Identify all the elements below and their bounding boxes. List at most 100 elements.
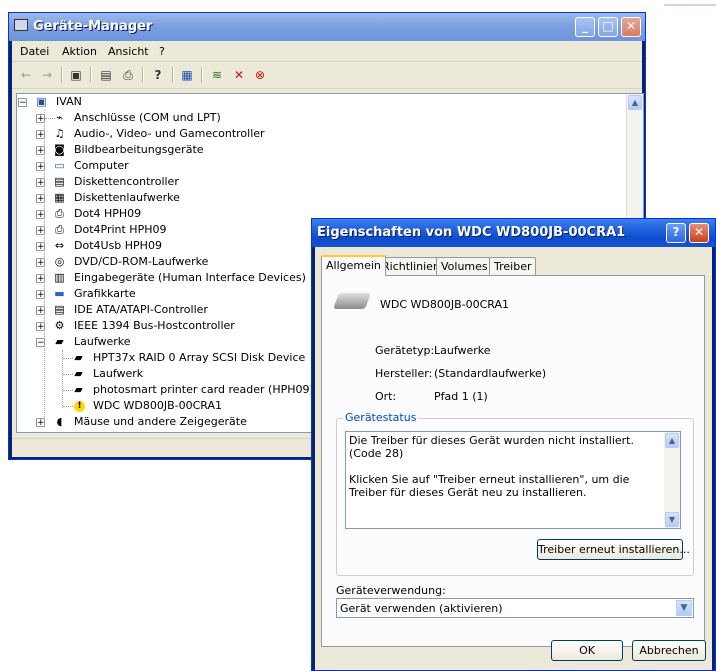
- expand-toggle[interactable]: +: [36, 290, 45, 300]
- window-title: Geräte-Manager: [33, 19, 153, 34]
- computer-icon: ▣: [36, 95, 47, 108]
- cd-drive-icon: ◎: [54, 255, 65, 268]
- back-arrow-icon[interactable]: ←: [18, 68, 34, 82]
- device-status-label: Gerätestatus: [343, 411, 419, 424]
- expand-toggle[interactable]: +: [36, 130, 45, 140]
- update-driver-icon[interactable]: ≋: [209, 68, 225, 82]
- manufacturer-label: Hersteller:: [375, 367, 433, 380]
- disk-drive-icon: ▰: [55, 335, 64, 348]
- show-hide-tree-icon[interactable]: ▣: [68, 68, 84, 82]
- reinstall-driver-button[interactable]: Treiber erneut installieren...: [537, 539, 690, 560]
- tab-richtlinien[interactable]: Richtlinien: [377, 257, 445, 275]
- properties-dialog: Eigenschaften von WDC WD800JB-00CRA1 ? ✕…: [311, 218, 716, 671]
- disable-device-icon[interactable]: ✕: [231, 68, 247, 82]
- device-status-text: Die Treiber für dieses Gerät wurden nich…: [349, 434, 634, 499]
- menu-aktion[interactable]: Aktion: [62, 45, 97, 58]
- device-usage-value: Gerät verwenden (aktivieren): [340, 602, 503, 615]
- monitor-icon: ▭: [54, 159, 65, 172]
- close-button[interactable]: ✕: [689, 223, 709, 243]
- device-name: WDC WD800JB-00CRA1: [380, 298, 510, 311]
- toolbar-separator: [142, 67, 144, 83]
- dialog-titlebar[interactable]: Eigenschaften von WDC WD800JB-00CRA1 ? ✕: [312, 219, 715, 247]
- usb-icon: ⇔: [54, 239, 65, 252]
- controller-icon: ▤: [54, 175, 65, 188]
- expand-toggle[interactable]: +: [36, 162, 45, 172]
- mouse-icon: ◖: [56, 415, 63, 428]
- cancel-button[interactable]: Abbrechen: [632, 640, 706, 661]
- controller-icon: ▤: [54, 303, 65, 316]
- keyboard-icon: ▥: [54, 271, 65, 284]
- location-value: Pfad 1 (1): [434, 390, 488, 403]
- minimize-button[interactable]: _: [575, 17, 595, 37]
- forward-arrow-icon[interactable]: →: [39, 68, 55, 82]
- device-status-group: Gerätestatus Die Treiber für dieses Gerä…: [336, 411, 694, 576]
- expand-toggle[interactable]: +: [36, 322, 45, 332]
- scroll-down-button[interactable]: ▼: [665, 512, 679, 527]
- computer-icon: [14, 19, 28, 31]
- uninstall-device-icon[interactable]: ⊗: [252, 68, 268, 82]
- tree-line: [63, 406, 73, 407]
- toolbar: ← → ▣ ▤ ⎙ ? ▦ ≋ ✕ ⊗: [12, 62, 642, 89]
- help-icon[interactable]: ?: [150, 68, 166, 82]
- collapse-toggle[interactable]: −: [18, 98, 27, 108]
- collapse-toggle[interactable]: −: [36, 338, 45, 348]
- display-adapter-icon: ▬: [54, 287, 65, 300]
- printer-icon: ⎙: [55, 207, 64, 220]
- scan-hardware-icon[interactable]: ▦: [179, 68, 195, 82]
- disk-drive-icon: ▰: [74, 383, 83, 396]
- expand-toggle[interactable]: +: [36, 226, 45, 236]
- device-status-textbox[interactable]: Die Treiber für dieses Gerät wurden nich…: [345, 431, 681, 529]
- menubar: Datei Aktion Ansicht ?: [12, 41, 642, 62]
- expand-toggle[interactable]: +: [36, 242, 45, 252]
- toolbar-separator: [61, 67, 63, 83]
- dialog-client: Allgemein Richtlinien Volumes Treiber WD…: [315, 247, 712, 670]
- tab-treiber[interactable]: Treiber: [489, 257, 537, 275]
- floppy-icon: ▦: [54, 191, 65, 204]
- toolbar-separator: [201, 67, 203, 83]
- expand-toggle[interactable]: +: [36, 274, 45, 284]
- warning-icon: !: [74, 401, 85, 412]
- location-label: Ort:: [375, 390, 397, 403]
- expand-toggle[interactable]: +: [36, 114, 45, 124]
- menu-datei[interactable]: Datei: [20, 45, 49, 58]
- ok-button[interactable]: OK: [551, 640, 623, 661]
- scroll-up-button[interactable]: ▲: [628, 95, 642, 110]
- toolbar-separator: [172, 67, 174, 83]
- disk-drive-icon: ▰: [74, 351, 83, 364]
- camera-icon: ◙: [54, 143, 65, 156]
- device-type-value: Laufwerke: [434, 344, 491, 357]
- background-window-edge: [664, 4, 716, 6]
- properties-icon[interactable]: ▤: [98, 68, 114, 82]
- tab-allgemein[interactable]: Allgemein: [321, 255, 386, 276]
- help-button[interactable]: ?: [666, 223, 686, 243]
- expand-toggle[interactable]: +: [36, 194, 45, 204]
- scroll-up-button[interactable]: ▲: [665, 433, 679, 448]
- maximize-button[interactable]: □: [598, 17, 618, 37]
- manufacturer-value: (Standardlaufwerke): [434, 367, 547, 380]
- expand-toggle[interactable]: +: [36, 258, 45, 268]
- status-scrollbar[interactable]: ▲ ▼: [664, 432, 680, 528]
- device-usage-select[interactable]: Gerät verwenden (aktivieren) ▼: [336, 598, 694, 618]
- chevron-down-icon[interactable]: ▼: [676, 600, 692, 616]
- expand-toggle[interactable]: +: [36, 306, 45, 316]
- firewire-icon: ⚙: [54, 319, 65, 332]
- expand-toggle[interactable]: +: [36, 146, 45, 156]
- dialog-title: Eigenschaften von WDC WD800JB-00CRA1: [317, 225, 626, 240]
- device-type-label: Gerätetyp:: [375, 344, 435, 357]
- tab-volumes[interactable]: Volumes: [436, 257, 493, 275]
- general-tab-page: WDC WD800JB-00CRA1 Gerätetyp: Laufwerke …: [321, 275, 705, 647]
- disk-drive-icon: ▰: [74, 367, 83, 380]
- disk-drive-icon: [333, 293, 371, 309]
- print-icon[interactable]: ⎙: [120, 68, 136, 82]
- expand-toggle[interactable]: +: [36, 178, 45, 188]
- printer-icon: ⎙: [55, 223, 64, 236]
- toolbar-separator: [90, 67, 92, 83]
- expand-toggle[interactable]: +: [36, 418, 45, 428]
- port-icon: ⌁: [56, 111, 63, 124]
- menu-help[interactable]: ?: [159, 45, 165, 58]
- speaker-icon: ♫: [54, 127, 65, 140]
- device-manager-titlebar[interactable]: Geräte-Manager _ □ ✕: [9, 13, 645, 41]
- menu-ansicht[interactable]: Ansicht: [108, 45, 149, 58]
- expand-toggle[interactable]: +: [36, 210, 45, 220]
- close-button[interactable]: ✕: [621, 17, 641, 37]
